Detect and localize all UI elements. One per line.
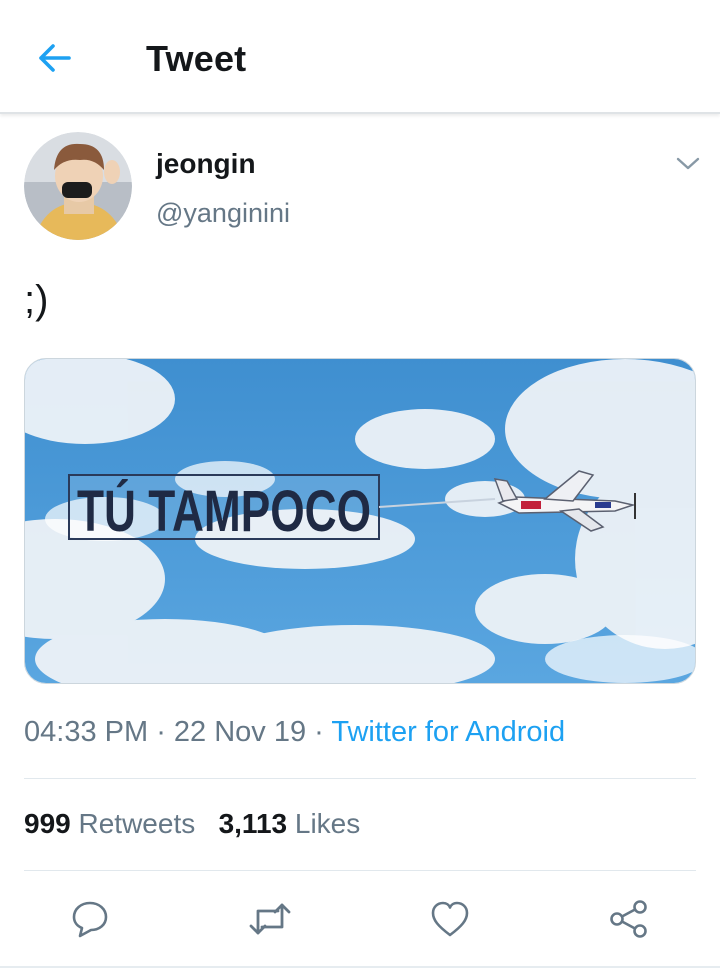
tweet-meta: 04:33 PM · 22 Nov 19 · Twitter for Andro… xyxy=(24,716,565,749)
divider xyxy=(24,778,696,779)
meta-separator: · xyxy=(148,716,174,748)
divider xyxy=(24,870,696,871)
page-title: Tweet xyxy=(146,38,247,79)
action-bar xyxy=(0,888,720,950)
tweet-text: ;) xyxy=(24,278,49,322)
likes-stat[interactable]: 3,113 Likes xyxy=(219,808,361,839)
reply-button[interactable] xyxy=(59,888,121,950)
chevron-down-icon xyxy=(676,157,700,170)
share-icon xyxy=(610,900,647,938)
retweets-stat[interactable]: 999 Retweets xyxy=(24,808,195,839)
retweets-label: Retweets xyxy=(78,808,196,839)
tweet-date: 22 Nov 19 xyxy=(173,716,307,748)
reply-icon xyxy=(72,901,108,938)
arrow-left-icon xyxy=(39,44,71,72)
share-button[interactable] xyxy=(598,888,660,950)
likes-label: Likes xyxy=(294,808,361,839)
tweet-stats: 999 Retweets 3,113 Likes xyxy=(24,808,360,840)
bottom-divider xyxy=(0,966,720,968)
likes-count: 3,113 xyxy=(218,808,288,839)
more-options-button[interactable] xyxy=(670,148,706,180)
retweet-button[interactable] xyxy=(239,888,301,950)
like-button[interactable] xyxy=(419,888,481,950)
banner-text: TÚ TAMPOCO xyxy=(77,479,371,544)
avatar[interactable] xyxy=(24,132,132,240)
tweet-source-link[interactable]: Twitter for Android xyxy=(331,716,565,748)
author-display-name[interactable]: jeongin xyxy=(156,148,256,180)
top-app-bar: Tweet xyxy=(0,0,720,114)
heart-icon xyxy=(431,901,469,937)
meta-separator: · xyxy=(306,716,332,748)
tweet-time: 04:33 PM xyxy=(24,716,149,748)
retweet-icon xyxy=(249,903,291,935)
retweets-count: 999 xyxy=(24,808,71,839)
author-handle[interactable]: @yanginini xyxy=(156,198,290,229)
tweet-media-image[interactable]: TÚ TAMPOCO xyxy=(24,358,696,684)
back-button[interactable] xyxy=(30,36,80,80)
